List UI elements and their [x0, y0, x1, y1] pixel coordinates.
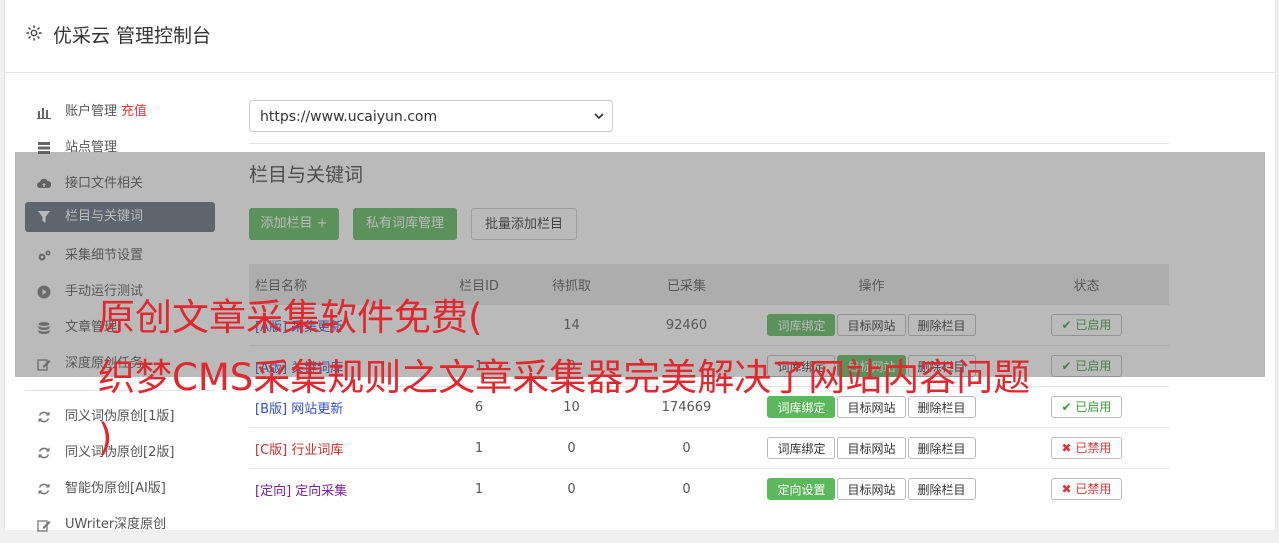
target-site-button[interactable]: 目标网站 [837, 437, 906, 459]
lexicon-bind-button[interactable]: 词库绑定 [767, 437, 836, 459]
sidebar-item-label: 智能伪原创[AI版] [65, 481, 166, 496]
refresh-icon [38, 411, 50, 423]
row-status: ✖ 已禁用 [1004, 427, 1169, 469]
recharge-link[interactable]: 充值 [121, 104, 147, 119]
directional-settings-button[interactable]: 定向设置 [767, 478, 836, 500]
chevron-down-icon [594, 113, 604, 120]
gear-icon [26, 25, 42, 41]
refresh-icon [38, 483, 50, 495]
column-id: 1 [449, 427, 509, 469]
sidebar-item-ai[interactable]: 智能伪原创[AI版] [25, 471, 215, 507]
collected-count: 0 [634, 427, 739, 469]
row-actions: 词库绑定 目标网站 删除栏目 [739, 427, 1004, 469]
collected-count: 0 [634, 468, 739, 509]
column-name[interactable]: [定向] 定向采集 [249, 468, 449, 509]
sidebar-item-synonym-1[interactable]: 同义词伪原创[1版] [25, 399, 215, 435]
table-row: [C版] 行业词库 1 0 0 词库绑定 目标网站 删除栏目 ✖ 已禁用 [249, 427, 1169, 469]
bar-chart-icon [37, 108, 51, 119]
sidebar-item-label: 同义词伪原创[2版] [65, 445, 175, 460]
status-label: 已禁用 [1075, 482, 1112, 496]
status-label: 已启用 [1075, 400, 1112, 414]
delete-column-button[interactable]: 删除栏目 [907, 437, 976, 459]
column-name[interactable]: [C版] 行业词库 [249, 427, 449, 469]
status-toggle[interactable]: ✖ 已禁用 [1050, 478, 1123, 500]
watermark-text-line-2: 织梦CMS采集规则之文章采集器完美解决了网站内容问题 [98, 356, 1031, 399]
top-bar: 优采云 管理控制台 [5, 0, 1275, 73]
watermark-text-line-3: ) [98, 416, 113, 459]
target-site-button[interactable]: 目标网站 [837, 478, 906, 500]
app-title: 优采云 管理控制台 [53, 25, 212, 47]
site-select[interactable]: https://www.ucaiyun.com [249, 100, 613, 132]
sidebar-item-synonym-2[interactable]: 同义词伪原创[2版] [25, 435, 215, 471]
sidebar-item-label: 同义词伪原创[1版] [65, 409, 175, 424]
row-actions: 定向设置 目标网站 删除栏目 [739, 468, 1004, 509]
version-tag: [C版] [255, 442, 288, 458]
delete-column-button[interactable]: 删除栏目 [907, 478, 976, 500]
divider [249, 143, 1169, 144]
pending-count[interactable]: 0 [509, 427, 634, 469]
row-status: ✖ 已禁用 [1004, 468, 1169, 509]
status-toggle[interactable]: ✖ 已禁用 [1050, 437, 1123, 459]
column-title[interactable]: 定向采集 [295, 484, 347, 499]
column-title[interactable]: 行业词库 [291, 443, 343, 458]
pending-count[interactable]: 0 [509, 468, 634, 509]
sidebar-item-label: 账户管理 [65, 104, 118, 119]
sidebar-item-uwriter[interactable]: UWriter深度原创 [25, 507, 215, 543]
watermark-text-line-1: 原创文章采集软件免费( [98, 296, 483, 339]
column-id: 1 [449, 468, 509, 509]
site-select-value: https://www.ucaiyun.com [260, 109, 438, 125]
table-row: [定向] 定向采集 1 0 0 定向设置 目标网站 删除栏目 ✖ 已禁用 [249, 468, 1169, 509]
status-label: 已禁用 [1075, 441, 1112, 455]
version-tag: [定向] [255, 483, 292, 499]
status-toggle[interactable]: ✔ 已启用 [1050, 396, 1123, 418]
refresh-icon [38, 447, 50, 459]
sidebar-item-account[interactable]: 账户管理 充值 [25, 94, 215, 130]
